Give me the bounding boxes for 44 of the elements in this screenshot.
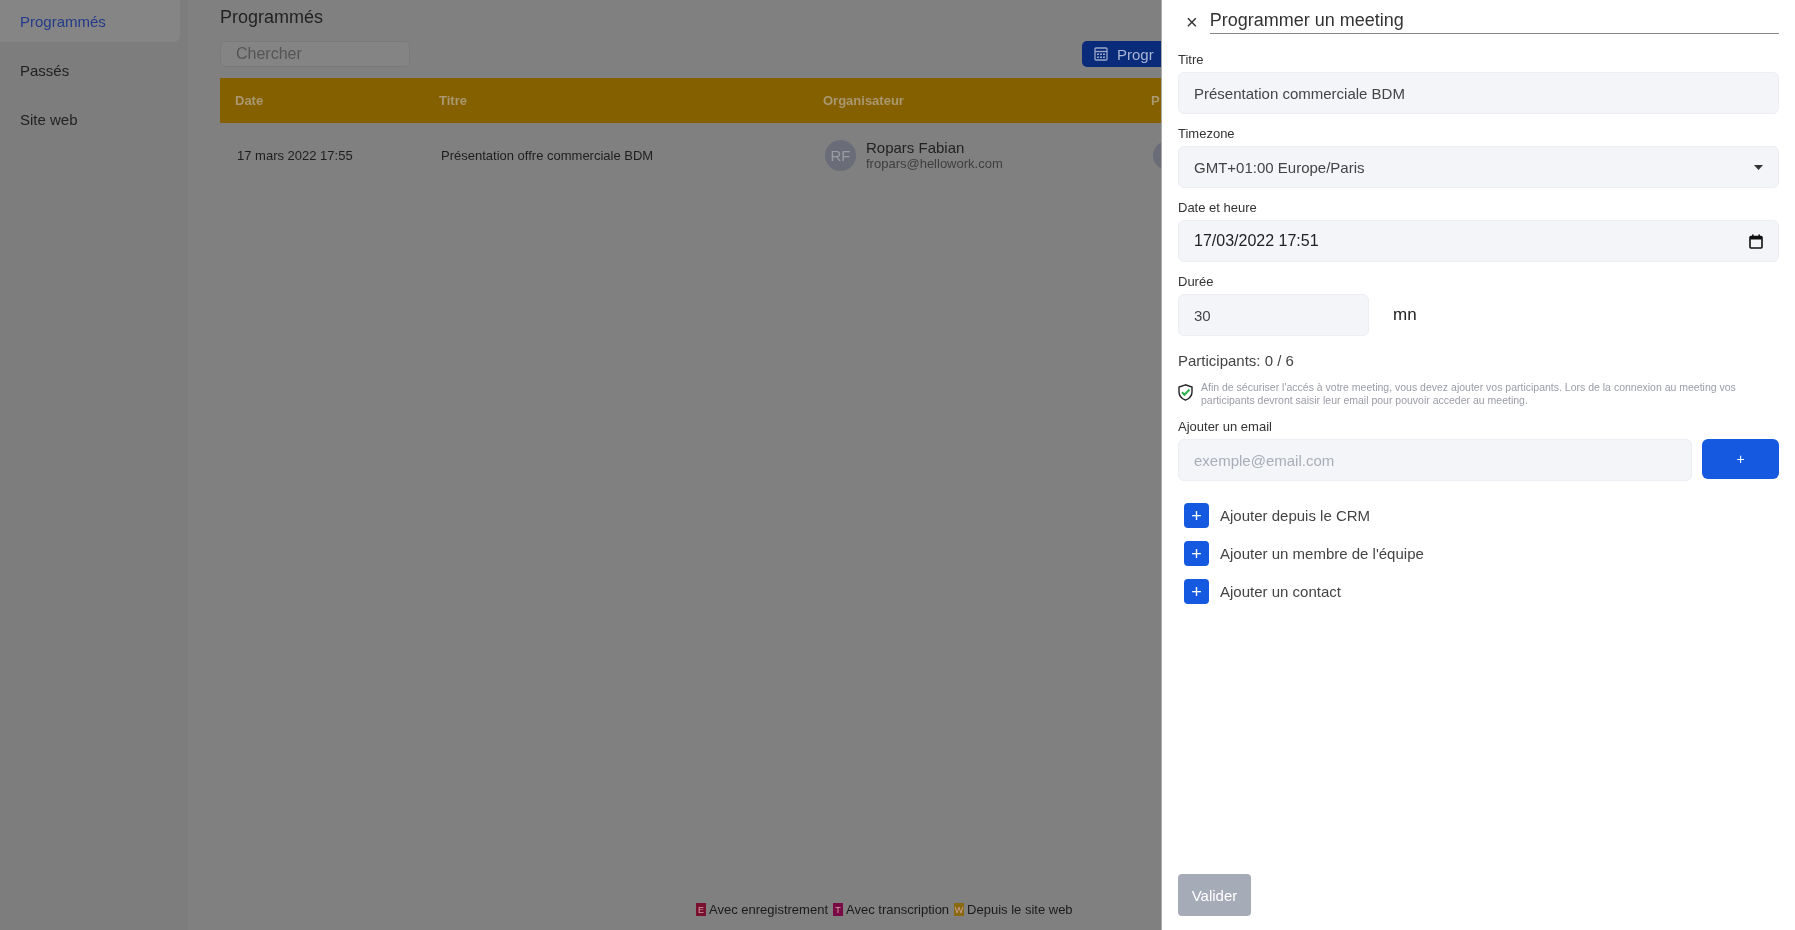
add-button[interactable]: + bbox=[1184, 541, 1209, 566]
add-button[interactable]: + bbox=[1184, 503, 1209, 528]
field-label: Timezone bbox=[1178, 126, 1236, 141]
unit-label: mn bbox=[1393, 305, 1417, 325]
close-button[interactable]: × bbox=[1182, 10, 1202, 34]
page-title: Programmés bbox=[220, 7, 325, 29]
security-notice: Afin de sécuriser l'accés à votre meeting, vous devez ajouter vos participants. Lors de la connexion au meeting vos participants devront saisir leur email pour pouvoir acceder au meeting. bbox=[1201, 381, 1737, 407]
field-label: Ajouter un email bbox=[1178, 419, 1273, 434]
sidebar-item[interactable]: Passés bbox=[0, 49, 180, 91]
schedule-button[interactable]: Progr bbox=[1082, 41, 1161, 67]
column-header: Date bbox=[234, 93, 265, 108]
column-header: P bbox=[1150, 93, 1161, 108]
add-option-link[interactable]: Ajouter un contact bbox=[1220, 583, 1341, 600]
participants-count: Participants: 0 / 6 bbox=[1178, 352, 1295, 369]
table-cell-text: 17 mars 2022 17:55 bbox=[236, 147, 354, 163]
field-label: Date et heure bbox=[1178, 200, 1258, 215]
legend-badge: W bbox=[954, 903, 965, 916]
legend-label: Avec enregistrement bbox=[709, 902, 828, 917]
column-header: Titre bbox=[438, 93, 468, 108]
sidebar-item[interactable]: Site web bbox=[0, 98, 180, 140]
legend-badge: E bbox=[696, 903, 706, 916]
add-option-link[interactable]: Ajouter depuis le CRM bbox=[1220, 507, 1371, 524]
legend-label: Avec transcription bbox=[846, 902, 950, 917]
table-cell-text: Présentation offre commerciale BDM bbox=[440, 147, 655, 163]
column-header: Organisateur bbox=[822, 93, 905, 108]
field-label: Durée bbox=[1178, 274, 1215, 289]
field-label: Titre bbox=[1178, 52, 1205, 67]
duration-field[interactable]: 30 bbox=[1178, 294, 1369, 336]
date-time-field[interactable]: 17/03/2022 17:51 bbox=[1178, 220, 1779, 262]
panel-title: Programmer un meeting bbox=[1209, 10, 1779, 34]
calendar-icon[interactable] bbox=[1749, 233, 1763, 249]
calendar-icon bbox=[1094, 47, 1108, 61]
title-field[interactable]: Présentation commerciale BDM bbox=[1178, 72, 1779, 114]
caret-icon bbox=[1754, 164, 1763, 170]
add-button[interactable]: + bbox=[1184, 579, 1209, 604]
organizer-email: fropars@hellowork.com bbox=[866, 156, 1003, 171]
add-email-button[interactable]: + bbox=[1702, 439, 1779, 479]
email-field[interactable]: exemple@email.com bbox=[1178, 439, 1692, 481]
shield-check-icon bbox=[1178, 384, 1193, 401]
legend-badge: T bbox=[833, 903, 843, 916]
legend-label: Depuis le site web bbox=[967, 902, 1073, 917]
timezone-select[interactable]: GMT+01:00 Europe/Paris bbox=[1178, 146, 1779, 188]
organizer-name: Ropars Fabian bbox=[866, 139, 966, 156]
add-option-link[interactable]: Ajouter un membre de l'équipe bbox=[1220, 545, 1424, 562]
